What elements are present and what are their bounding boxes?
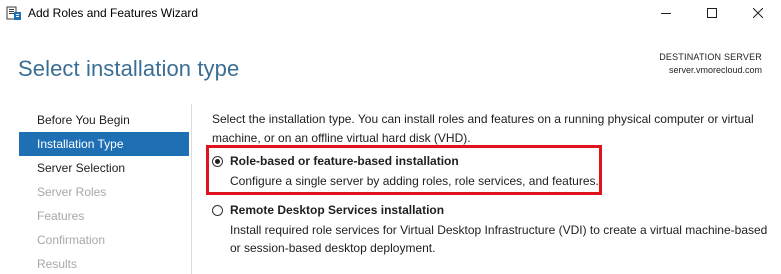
sidebar-divider <box>191 104 192 274</box>
radio-remote-desktop[interactable] <box>212 204 223 216</box>
wizard-header: Select installation type DESTINATION SER… <box>0 28 781 100</box>
sidebar-item-features: Features <box>37 209 85 223</box>
option-role-based[interactable]: Role-based or feature-based installation… <box>212 152 772 190</box>
sidebar-item-confirmation: Confirmation <box>37 233 106 247</box>
sidebar-item-server-selection[interactable]: Server Selection <box>19 156 189 180</box>
sidebar-item-results: Results <box>37 257 78 271</box>
sidebar-item-installation-type[interactable]: Installation Type <box>19 132 189 156</box>
maximize-icon <box>707 5 717 23</box>
title-bar: Add Roles and Features Wizard <box>0 0 781 28</box>
option-remote-desktop-title[interactable]: Remote Desktop Services installation <box>230 203 444 217</box>
maximize-button[interactable] <box>689 0 735 28</box>
option-role-based-description: Configure a single server by adding role… <box>230 174 599 188</box>
wizard-steps-sidebar: Before You Begin Installation Type Serve… <box>19 108 189 274</box>
wizard-window: Add Roles and Features Wizard Select ins… <box>0 0 781 274</box>
minimize-icon <box>661 5 671 23</box>
main-content: Select the installation type. You can in… <box>212 110 772 148</box>
sidebar-item-server-roles: Server Roles <box>37 185 107 199</box>
option-remote-desktop[interactable]: Remote Desktop Services installation Ins… <box>212 201 772 257</box>
page-title: Select installation type <box>18 56 240 81</box>
option-remote-desktop-description: Install required role services for Virtu… <box>230 223 768 255</box>
radio-role-based[interactable] <box>212 155 223 167</box>
destination-server-label: DESTINATION SERVER <box>659 52 762 62</box>
destination-server-value: server.vmorecloud.com <box>668 65 762 75</box>
close-button[interactable] <box>735 0 781 28</box>
minimize-button[interactable] <box>643 0 689 28</box>
server-manager-icon <box>6 5 22 21</box>
intro-text: Select the installation type. You can in… <box>212 112 754 145</box>
sidebar-item-before-you-begin[interactable]: Before You Begin <box>19 108 189 132</box>
radio-selected-dot <box>215 158 220 164</box>
option-role-based-title[interactable]: Role-based or feature-based installation <box>230 154 459 168</box>
window-title: Add Roles and Features Wizard <box>28 6 199 20</box>
close-icon <box>752 5 764 23</box>
